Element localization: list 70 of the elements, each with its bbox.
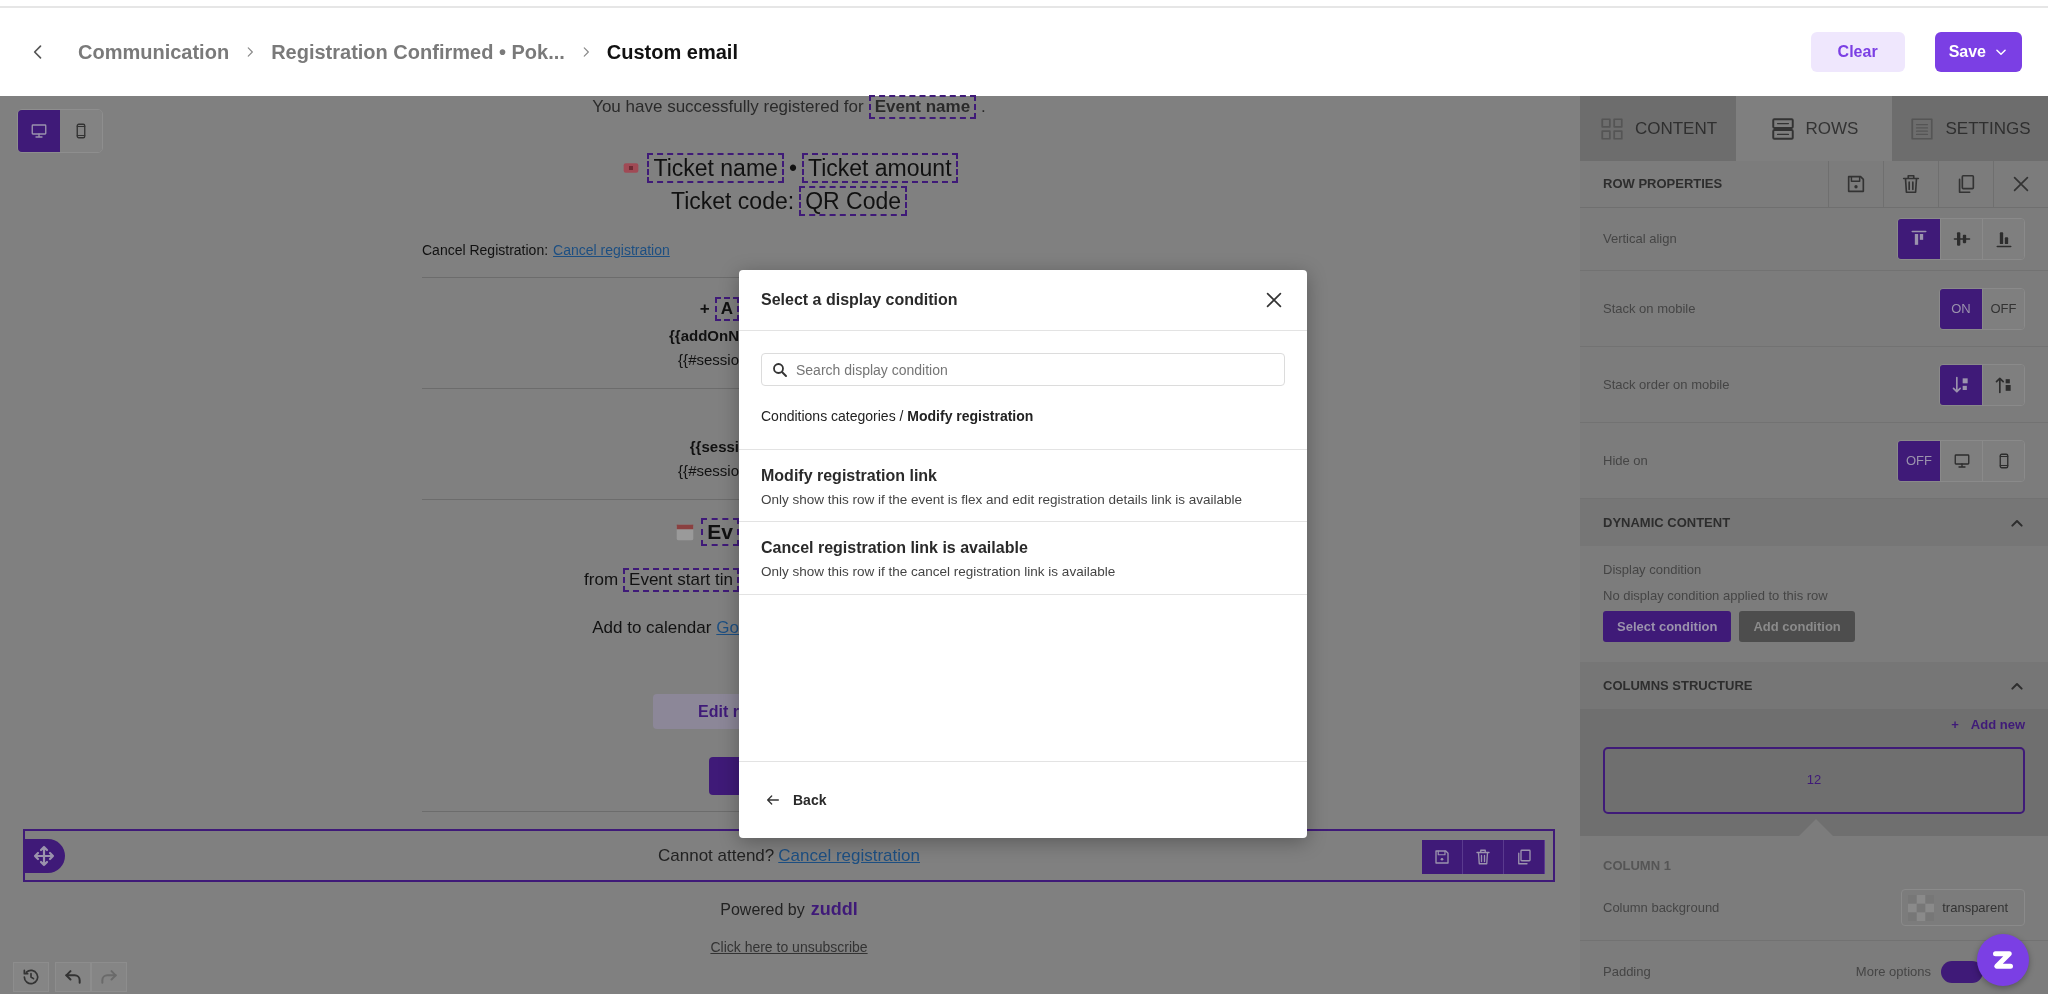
segment-option[interactable] (1940, 364, 1982, 405)
email-text: from (584, 569, 619, 592)
setting-label: Column background (1603, 898, 1720, 917)
breadcrumb-current: Custom email (606, 40, 738, 65)
email-text: {{#sessio (678, 349, 739, 370)
segment-option[interactable] (1898, 219, 1940, 259)
condition-button[interactable]: Select condition (1603, 611, 1732, 642)
panel-tab[interactable]: SETTINGS (1892, 96, 2048, 161)
history-icon[interactable] (21, 967, 41, 987)
section-title: COLUMNS STRUCTURE (1603, 676, 1753, 695)
section-title: DYNAMIC CONTENT (1603, 513, 1731, 532)
brand-logo: zuddl (810, 898, 858, 921)
email-button[interactable]: Edit r (653, 694, 739, 729)
search-icon (771, 361, 789, 379)
color-picker[interactable]: transparent (1901, 889, 2025, 926)
search-field[interactable]: Search display condition (761, 353, 1285, 386)
copy-icon[interactable] (1515, 848, 1533, 866)
trash-icon[interactable] (1900, 173, 1922, 195)
desktop-icon (30, 122, 48, 140)
email-text: {{#sessio (678, 460, 739, 481)
rows-icon (1769, 115, 1796, 142)
email-text: Add to calendar (592, 617, 712, 640)
email-text: Powered by (720, 900, 805, 920)
desktop-icon (1952, 451, 1971, 470)
arrow-left-icon (765, 792, 781, 808)
trash-icon[interactable] (1474, 848, 1492, 866)
panel-tab[interactable]: CONTENT (1580, 96, 1736, 161)
column-block[interactable]: 12 (1603, 746, 2025, 814)
condition-option[interactable]: Modify registration link Only show this row if the event is flex and edit registration details link is available (739, 450, 1307, 523)
section-title: ROW PROPERTIES (1602, 175, 1724, 194)
clear-button[interactable]: Clear (1810, 32, 1905, 72)
breadcrumb-link[interactable]: Registration Confirmed • Pok... (271, 37, 565, 67)
unsubscribe-link[interactable]: Click here to unsubscribe (710, 937, 868, 958)
merge-tag: Ticket name (647, 152, 784, 184)
email-link[interactable]: Cancel registration (778, 842, 920, 869)
email-text: . (981, 96, 986, 119)
add-new-button[interactable]: + Add new (1951, 715, 2025, 735)
condition-option[interactable]: Cancel registration link is available Only show this row if the cancel registration link is available (739, 522, 1307, 595)
segment-option[interactable]: OFF (1898, 440, 1940, 481)
grid-icon (1598, 115, 1625, 142)
sort-down-icon (1951, 374, 1971, 395)
save-icon[interactable] (1845, 173, 1867, 195)
merge-tag: Event name (868, 95, 977, 119)
merge-tag: Ticket amount (801, 152, 958, 184)
email-text: Cancel Registration: (422, 240, 549, 260)
merge-tag: QR Code (799, 185, 907, 217)
align-middle-icon (1951, 229, 1972, 249)
email-link[interactable]: Cancel registration (553, 239, 670, 261)
segment-option[interactable]: ON (1940, 288, 1982, 329)
toggle-switch[interactable] (1941, 961, 1983, 983)
condition-button[interactable]: Add condition (1739, 611, 1855, 642)
back-button[interactable]: Back (765, 789, 827, 811)
device-toggle-button[interactable] (18, 110, 60, 152)
email-link[interactable]: Go (716, 615, 739, 641)
move-icon[interactable] (32, 844, 56, 868)
email-text: Cannot attend? (658, 844, 775, 867)
undo-icon[interactable] (63, 967, 83, 987)
save-button[interactable]: Save (1934, 32, 2022, 72)
document-icon (1909, 115, 1936, 142)
breadcrumb-link[interactable]: Communication (78, 37, 230, 67)
separator-dot: • (788, 153, 797, 183)
email-text: You have successfully registered for (592, 96, 864, 119)
email-text: {{addOnN (669, 325, 739, 346)
email-text: {{sessi (689, 436, 739, 457)
chat-button[interactable] (1977, 934, 2029, 986)
plus-sign: + (699, 298, 710, 321)
email-text: Ticket code: (671, 186, 795, 216)
category-path: Conditions categories / Modify registration (761, 407, 1035, 426)
dialog-title: Select a display condition (761, 290, 958, 310)
save-icon[interactable] (1433, 848, 1451, 866)
